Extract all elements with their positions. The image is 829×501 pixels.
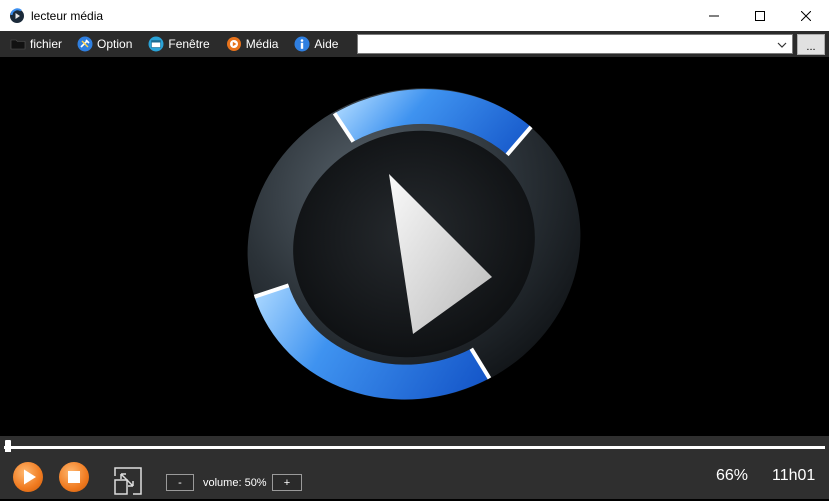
info-icon — [294, 36, 310, 52]
tools-icon — [77, 36, 93, 52]
media-icon — [226, 36, 242, 52]
menu-label: Média — [245, 37, 279, 51]
seek-bar-area — [0, 436, 829, 452]
menu-fichier[interactable]: fichier — [10, 31, 62, 57]
menu-fenetre[interactable]: Fenêtre — [148, 31, 210, 57]
maximize-icon — [755, 10, 765, 21]
window-icon — [148, 36, 164, 52]
zoom-percent: 66% — [716, 467, 749, 484]
clock-time: 11h01 — [772, 467, 816, 484]
stop-button[interactable] — [59, 462, 89, 492]
stop-icon — [68, 471, 80, 483]
volume-up-button[interactable]: + — [272, 474, 302, 491]
play-icon — [24, 469, 36, 485]
title-bar: lecteur média — [0, 0, 829, 31]
menu-label: fichier — [30, 37, 63, 51]
close-icon — [801, 10, 811, 21]
fullscreen-icon — [114, 467, 142, 495]
play-button[interactable] — [13, 462, 43, 492]
browse-button[interactable]: ... — [797, 34, 825, 55]
close-button[interactable] — [783, 0, 829, 31]
menu-label: Option — [97, 37, 133, 51]
window-title: lecteur média — [31, 8, 104, 23]
volume-down-button[interactable]: - — [166, 474, 194, 491]
menu-label: Aide — [314, 37, 339, 51]
minimize-button[interactable] — [691, 0, 737, 31]
minimize-icon — [709, 15, 719, 16]
menu-aide[interactable]: Aide — [294, 31, 338, 57]
media-player-logo-icon — [247, 88, 581, 400]
app-icon — [9, 7, 25, 24]
chevron-down-icon — [776, 38, 788, 50]
media-combobox[interactable] — [357, 34, 793, 54]
video-display[interactable] — [0, 57, 829, 436]
folder-icon — [10, 36, 26, 52]
volume-label: volume: 50% — [203, 477, 267, 489]
fullscreen-button[interactable] — [113, 466, 143, 496]
menu-label: Fenêtre — [168, 37, 210, 51]
maximize-button[interactable] — [737, 0, 783, 31]
menu-media[interactable]: Média — [226, 31, 279, 57]
menu-option[interactable]: Option — [77, 31, 132, 57]
seek-bar[interactable] — [4, 446, 825, 449]
